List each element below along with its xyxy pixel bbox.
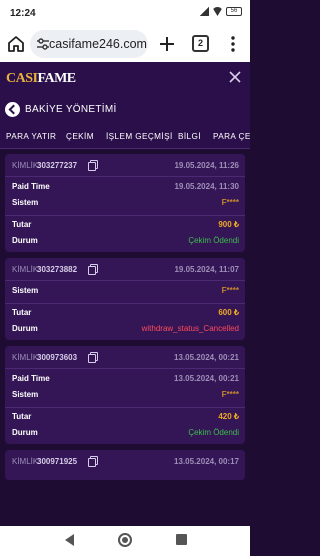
browser-toolbar: casifame246.com 2 — [0, 26, 250, 62]
tab-info[interactable]: BİLGİ — [178, 132, 201, 141]
url-text[interactable]: casifame246.com — [49, 37, 147, 51]
tab-deposit[interactable]: PARA YATIR — [6, 132, 56, 141]
transaction-card: KİMLİK: 303273882 19.05.2024, 11:07 Sistem F… — [5, 258, 245, 340]
transaction-card: KİMLİK: 300973603 13.05.2024, 00:21 Paid Ti… — [5, 346, 245, 444]
system-home-icon[interactable] — [118, 533, 132, 547]
card-divider — [5, 280, 245, 281]
signal-icon — [199, 7, 209, 16]
transaction-date: 13.05.2024, 00:17 — [174, 457, 239, 466]
status-time: 12:24 — [10, 8, 36, 19]
page-title: BAKİYE YÖNETİMİ — [25, 104, 117, 115]
card-divider — [5, 176, 245, 177]
copy-icon[interactable] — [88, 264, 98, 275]
logo: CASIFAME — [6, 71, 76, 86]
field-value: F**** — [221, 198, 239, 207]
field-label: Sistem — [12, 286, 39, 295]
back-icon[interactable] — [5, 102, 20, 117]
card-divider — [5, 303, 245, 304]
field-value: 420 ₺ — [218, 412, 239, 421]
field-label: Tutar — [12, 220, 32, 229]
transaction-date: 13.05.2024, 00:21 — [174, 353, 239, 362]
field-value: Çekim Ödendi — [188, 428, 239, 437]
field-value: F**** — [221, 286, 239, 295]
tab-transaction-history[interactable]: İŞLEM GEÇMİŞİ — [106, 132, 173, 141]
field-label: Durum — [12, 428, 38, 437]
system-back-icon[interactable] — [65, 534, 74, 546]
home-icon[interactable] — [6, 34, 26, 54]
balance-tabs: PARA YATIR ÇEKİM İŞLEM GEÇMİŞİ BİLGİ PAR… — [0, 126, 250, 148]
field-label: Paid Time — [12, 182, 50, 191]
system-navigation-bar — [0, 526, 250, 556]
tab-withdraw[interactable]: PARA ÇEK — [213, 132, 250, 141]
field-label: Sistem — [12, 390, 39, 399]
field-value: 600 ₺ — [218, 308, 239, 317]
field-label: Durum — [12, 236, 38, 245]
transaction-list[interactable]: KİMLİK: 303277237 19.05.2024, 11:26 Paid Ti… — [0, 154, 250, 526]
field-label: Durum — [12, 324, 38, 333]
transaction-date: 19.05.2024, 11:07 — [174, 265, 239, 274]
system-recents-icon[interactable] — [176, 534, 187, 545]
field-value: Çekim Ödendi — [188, 236, 239, 245]
field-value: 19.05.2024, 11:30 — [174, 182, 239, 191]
transaction-id-row: KİMLİK: 300973603 13.05.2024, 00:21 — [5, 346, 245, 368]
new-tab-icon[interactable] — [156, 33, 178, 55]
wifi-icon — [212, 7, 223, 16]
card-divider — [5, 368, 245, 369]
copy-icon[interactable] — [88, 456, 98, 467]
field-label: Paid Time — [12, 374, 50, 383]
copy-icon[interactable] — [88, 352, 98, 363]
transaction-card: KİMLİK: 303277237 19.05.2024, 11:26 Paid Ti… — [5, 154, 245, 252]
field-label: Tutar — [12, 412, 32, 421]
field-value: withdraw_status_Cancelled — [141, 324, 239, 333]
transaction-id: 303273882 — [37, 265, 78, 274]
field-value: F**** — [221, 390, 239, 399]
transaction-id: 300971925 — [37, 457, 78, 466]
status-icons: 56 — [199, 7, 242, 16]
transaction-date: 19.05.2024, 11:26 — [174, 161, 239, 170]
more-menu-icon[interactable] — [229, 35, 237, 53]
site-settings-icon[interactable] — [36, 37, 50, 51]
transaction-card: KİMLİK: 300971925 13.05.2024, 00:17 — [5, 450, 245, 480]
page-header: BAKİYE YÖNETİMİ — [0, 94, 250, 126]
app-header: CASIFAME — [0, 62, 250, 94]
address-bar[interactable]: casifame246.com — [30, 30, 148, 58]
transaction-id: 300973603 — [37, 353, 78, 362]
tabs-divider — [0, 148, 250, 149]
card-divider — [5, 215, 245, 216]
field-label: Sistem — [12, 198, 39, 207]
close-icon[interactable] — [228, 70, 242, 84]
tab-switcher-button[interactable]: 2 — [192, 35, 209, 52]
battery-icon: 56 — [226, 7, 242, 16]
status-bar: 12:24 56 — [0, 0, 250, 26]
copy-icon[interactable] — [88, 160, 98, 171]
transaction-id-row: KİMLİK: 300971925 13.05.2024, 00:17 — [5, 450, 245, 472]
transaction-id-row: KİMLİK: 303277237 19.05.2024, 11:26 — [5, 154, 245, 176]
tab-withdrawals[interactable]: ÇEKİM — [66, 132, 94, 141]
field-value: 900 ₺ — [218, 220, 239, 229]
field-label: Tutar — [12, 308, 32, 317]
card-divider — [5, 407, 245, 408]
transaction-id-row: KİMLİK: 303273882 19.05.2024, 11:07 — [5, 258, 245, 280]
transaction-id: 303277237 — [37, 161, 78, 170]
field-value: 13.05.2024, 00:21 — [174, 374, 239, 383]
